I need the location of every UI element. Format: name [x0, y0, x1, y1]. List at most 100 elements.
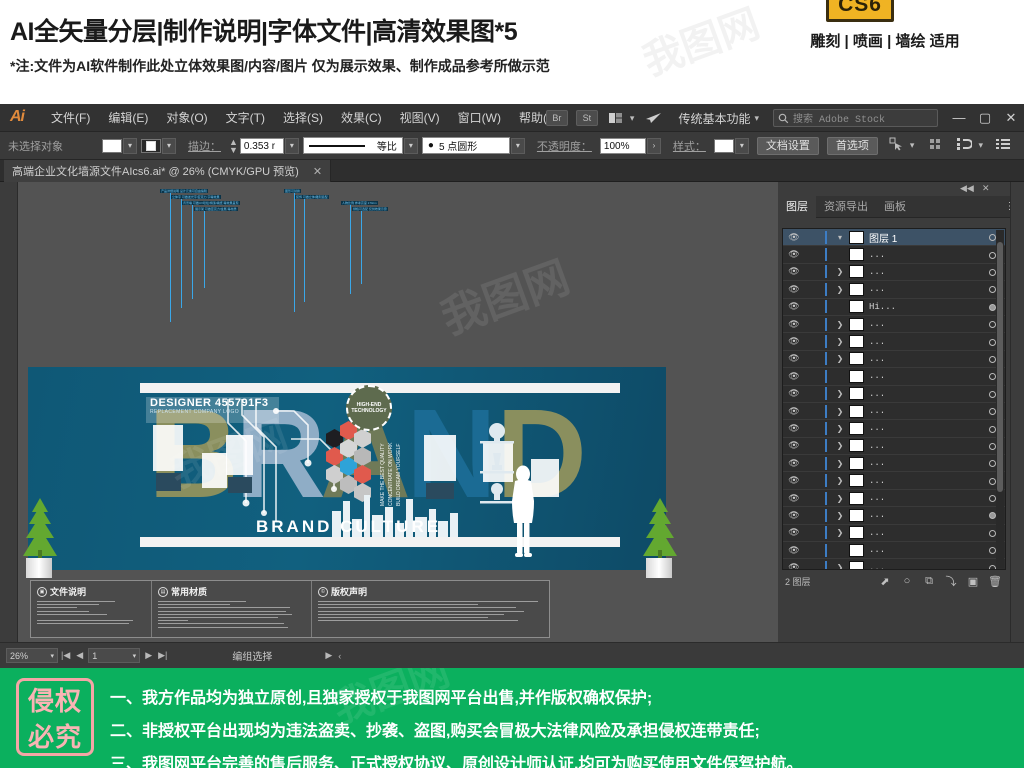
- window-close-button[interactable]: ✕: [998, 104, 1024, 132]
- layer-visibility-icon[interactable]: 👁: [783, 319, 805, 330]
- menu-window[interactable]: 窗口(W): [449, 104, 510, 132]
- document-setup-button[interactable]: 文档设置: [756, 136, 819, 155]
- layer-row[interactable]: 👁 ❯...: [783, 281, 1005, 299]
- panel-collapse-icon[interactable]: ◀◀: [960, 183, 974, 194]
- layer-name[interactable]: ...: [869, 458, 979, 468]
- last-artboard-icon[interactable]: ▶|: [155, 650, 170, 661]
- layer-row[interactable]: 👁 ❯...: [783, 525, 1005, 543]
- panel-options-icon[interactable]: [994, 137, 1012, 155]
- next-artboard-icon[interactable]: ▶: [142, 650, 155, 661]
- layer-name[interactable]: ...: [869, 423, 979, 433]
- layer-visibility-icon[interactable]: 👁: [783, 475, 805, 486]
- opacity-arrow-icon[interactable]: ›: [646, 137, 661, 154]
- layer-expand-icon[interactable]: ❯: [831, 354, 849, 363]
- layer-expand-icon[interactable]: ❯: [831, 528, 849, 537]
- layer-row[interactable]: 👁 ❯...: [783, 316, 1005, 334]
- preferences-button[interactable]: 首选项: [826, 136, 878, 155]
- layer-visibility-icon[interactable]: 👁: [783, 510, 805, 521]
- arrange-documents-icon[interactable]: [605, 110, 627, 126]
- workspace-switcher[interactable]: 传统基本功能: [678, 110, 750, 127]
- bridge-button[interactable]: Br: [545, 110, 568, 126]
- layer-name[interactable]: ...: [869, 267, 979, 277]
- layer-visibility-icon[interactable]: 👁: [783, 249, 805, 260]
- stroke-stepper[interactable]: ▲ ▼: [229, 137, 238, 154]
- layers-list[interactable]: 👁 ▾ 图层 1 👁... 👁 ❯... 👁 ❯... 👁 Hi... 👁 ❯... 👁 ❯... 👁 ❯..…: [782, 228, 1006, 570]
- layer-expand-icon[interactable]: ▾: [831, 233, 849, 242]
- workspace-chevron-down-icon[interactable]: ▾: [754, 113, 759, 124]
- previous-artboard-icon[interactable]: ◀: [73, 650, 86, 661]
- layer-visibility-icon[interactable]: 👁: [783, 266, 805, 277]
- layer-row[interactable]: 👁 Hi...: [783, 299, 1005, 316]
- tools-panel[interactable]: [0, 182, 18, 642]
- style-chevron-down-icon[interactable]: ▾: [734, 137, 749, 154]
- layer-row[interactable]: 👁 ❯...: [783, 403, 1005, 421]
- layer-expand-icon[interactable]: ❯: [831, 424, 849, 433]
- layer-visibility-icon[interactable]: 👁: [783, 301, 805, 312]
- layer-row[interactable]: 👁 ❯...: [783, 420, 1005, 438]
- layer-expand-icon[interactable]: ❯: [831, 407, 849, 416]
- select-similar-chevron-down-icon[interactable]: ▾: [910, 140, 915, 151]
- make-clipping-mask-icon[interactable]: ○: [896, 575, 918, 587]
- layer-visibility-icon[interactable]: 👁: [783, 232, 805, 243]
- layer-name[interactable]: ...: [869, 528, 979, 538]
- panel-close-icon[interactable]: ✕: [982, 183, 990, 194]
- layer-visibility-icon[interactable]: 👁: [783, 423, 805, 434]
- menu-edit[interactable]: 编辑(E): [99, 104, 157, 132]
- layer-row[interactable]: 👁 ❯...: [783, 472, 1005, 490]
- layer-row[interactable]: 👁 ❯...: [783, 386, 1005, 403]
- layer-visibility-icon[interactable]: 👁: [783, 562, 805, 569]
- menu-view[interactable]: 视图(V): [391, 104, 449, 132]
- release-to-layers-icon[interactable]: ⤵: [940, 573, 962, 589]
- stock-search-input[interactable]: 搜索 Adobe Stock: [773, 109, 938, 127]
- new-layer-icon[interactable]: ▣: [962, 575, 984, 588]
- profile-chevron-down-icon[interactable]: ▾: [403, 137, 418, 154]
- layer-name[interactable]: ...: [869, 510, 979, 520]
- layers-scrollbar[interactable]: [996, 230, 1004, 568]
- tab-layers[interactable]: 图层: [778, 195, 816, 218]
- create-sublayer-icon[interactable]: ⧉: [918, 575, 940, 588]
- layer-expand-icon[interactable]: ❯: [831, 441, 849, 450]
- layer-name[interactable]: Hi...: [869, 302, 979, 312]
- document-tab[interactable]: 高端企业文化墙源文件AIcs6.ai* @ 26% (CMYK/GPU 预览) …: [4, 160, 332, 182]
- fill-swatch[interactable]: [102, 138, 122, 153]
- zoom-level-select[interactable]: 26% ▾: [6, 648, 58, 663]
- layer-row[interactable]: 👁 ❯...: [783, 264, 1005, 282]
- layer-name[interactable]: ...: [869, 406, 979, 416]
- stroke-weight-input[interactable]: 0.353 r: [239, 137, 284, 154]
- layer-row[interactable]: 👁...: [783, 246, 1005, 264]
- layer-name[interactable]: ...: [869, 337, 979, 347]
- layer-visibility-icon[interactable]: 👁: [783, 458, 805, 469]
- transform-icon[interactable]: [955, 137, 974, 155]
- layer-visibility-icon[interactable]: 👁: [783, 527, 805, 538]
- layer-row[interactable]: 👁 ❯...: [783, 455, 1005, 473]
- brush-chevron-down-icon[interactable]: ▾: [510, 137, 525, 154]
- fill-dropdown-icon[interactable]: ▾: [123, 137, 137, 154]
- layer-expand-icon[interactable]: ❯: [831, 320, 849, 329]
- menu-file[interactable]: 文件(F): [42, 104, 99, 132]
- status-expand-icon[interactable]: ▶: [322, 650, 335, 661]
- layer-visibility-icon[interactable]: 👁: [783, 406, 805, 417]
- layer-row[interactable]: 👁 ❯...: [783, 559, 1005, 569]
- layer-row[interactable]: 👁...: [783, 542, 1005, 560]
- window-minimize-button[interactable]: —: [946, 104, 972, 132]
- layer-name[interactable]: ...: [869, 250, 979, 260]
- layer-name[interactable]: ...: [869, 354, 979, 364]
- layer-name[interactable]: ...: [869, 441, 979, 451]
- layer-expand-icon[interactable]: ❯: [831, 511, 849, 520]
- menu-type[interactable]: 文字(T): [217, 104, 274, 132]
- layer-name[interactable]: ...: [869, 371, 979, 381]
- status-resize-icon[interactable]: ‹: [335, 651, 344, 661]
- window-maximize-button[interactable]: ▢: [972, 104, 998, 132]
- first-artboard-icon[interactable]: |◀: [58, 650, 73, 661]
- layer-name[interactable]: ...: [869, 493, 979, 503]
- layer-name[interactable]: ...: [869, 319, 979, 329]
- layer-visibility-icon[interactable]: 👁: [783, 493, 805, 504]
- layer-visibility-icon[interactable]: 👁: [783, 336, 805, 347]
- layer-expand-icon[interactable]: ❯: [831, 337, 849, 346]
- transform-chevron-down-icon[interactable]: ▾: [978, 140, 983, 151]
- layer-visibility-icon[interactable]: 👁: [783, 388, 805, 399]
- layer-expand-icon[interactable]: ❯: [831, 389, 849, 398]
- stroke-dropdown-icon[interactable]: ▾: [162, 137, 176, 154]
- artboard[interactable]: 产品详细说明 设计元素可自由编辑 立体字 可做发光字/亚克力 字等效果 背景墙 …: [18, 182, 778, 642]
- brush-definition-select[interactable]: ● 5 点圆形: [421, 137, 510, 154]
